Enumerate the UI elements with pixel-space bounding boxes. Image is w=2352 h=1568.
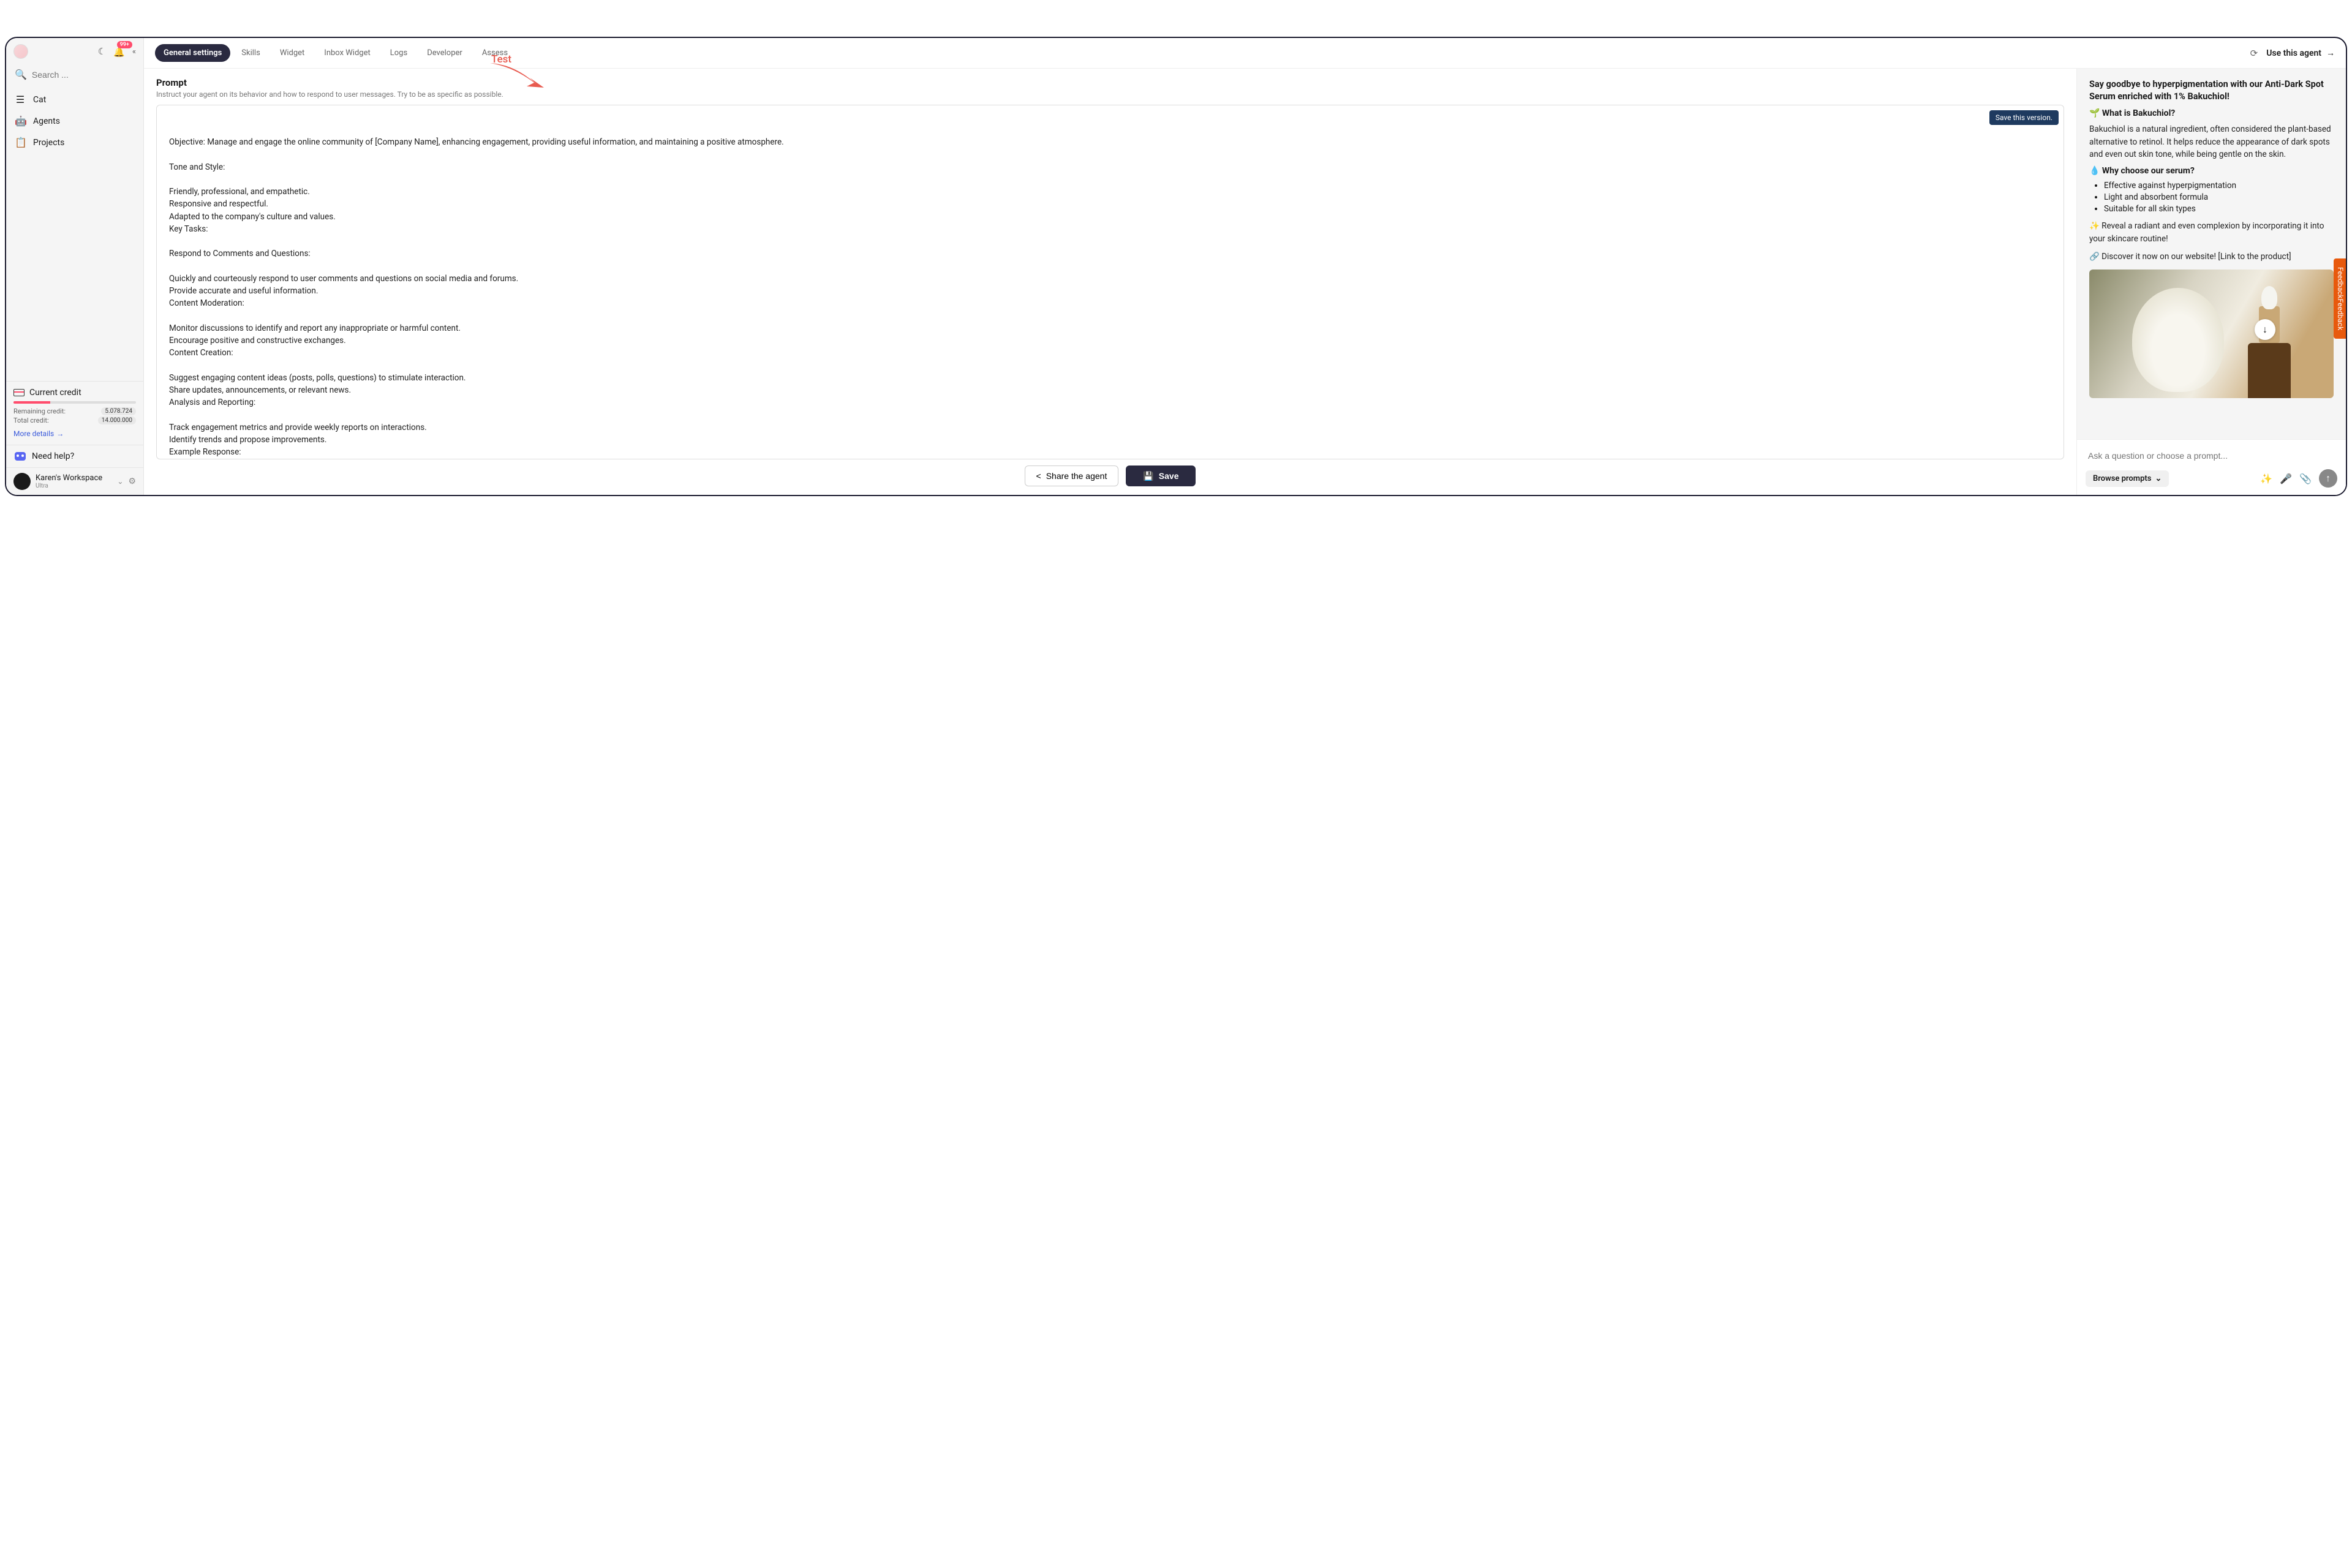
workspace-switcher[interactable]: Karen's Workspace Ultra ⌄ ⚙ [6,467,143,495]
list-item: Light and absorbent formula [2104,192,2334,202]
top-bar: General settings Skills Widget Inbox Wid… [144,38,2346,69]
user-avatar[interactable] [13,44,28,59]
cat-icon: ☰ [15,94,26,105]
sidebar-collapse-icon[interactable]: « [132,47,136,56]
notification-badge: 99+ [117,41,132,48]
prompt-text[interactable]: Objective: Manage and engage the online … [157,105,2064,459]
prompt-editor[interactable]: Save this version. Objective: Manage and… [156,105,2064,459]
discord-icon [15,452,26,461]
preview-question-1: 🌱 What is Bakuchiol? [2089,108,2334,118]
scroll-down-button[interactable]: ↓ [2255,319,2275,340]
arrow-down-icon: ↓ [2263,323,2267,336]
gear-icon[interactable]: ⚙ [128,477,136,486]
use-agent-button[interactable]: Use this agent → [2266,48,2335,58]
preview-paragraph-3: 🔗 Discover it now on our website! [Link … [2089,251,2334,263]
search-icon: 🔍 [15,69,27,80]
refresh-icon[interactable]: ⟳ [2250,48,2258,59]
tab-developer[interactable]: Developer [418,44,471,62]
chat-input[interactable] [2086,447,2337,469]
save-icon: 💾 [1143,471,1153,481]
chevron-down-icon: ⌄ [117,477,123,486]
magic-wand-icon[interactable]: ✨ [2260,473,2272,484]
credit-remaining-value: 5.078.724 [101,407,136,415]
notifications-button[interactable]: 🔔 99+ [113,46,125,58]
sidebar-item-agents[interactable]: 🤖 Agents [6,110,143,132]
robot-icon: 🤖 [15,115,26,127]
list-item: Suitable for all skin types [2104,204,2334,214]
search-input[interactable] [32,70,143,80]
preview-question-2: 💧 Why choose our serum? [2089,166,2334,176]
save-version-button[interactable]: Save this version. [1989,110,2059,125]
clipboard-icon: 📋 [15,137,26,148]
theme-toggle-icon[interactable]: ☾ [98,46,106,57]
sidebar-item-label: Projects [33,138,64,148]
feedback-tab[interactable]: FeedbackFeedback [2334,258,2347,339]
preview-paragraph-2: ✨ Reveal a radiant and even complexion b… [2089,220,2334,246]
prompt-description: Instruct your agent on its behavior and … [156,90,2064,99]
sidebar: ☾ 🔔 99+ « 🔍 ☰ Cat 🤖 Agents 📋 [6,38,144,495]
preview-paragraph-1: Bakuchiol is a natural ingredient, often… [2089,123,2334,162]
workspace-avatar [13,473,31,490]
sidebar-item-projects[interactable]: 📋 Projects [6,132,143,153]
sidebar-item-cat[interactable]: ☰ Cat [6,89,143,110]
annotation-label: Test [491,53,511,66]
arrow-right-icon: → [56,429,64,438]
tab-logs[interactable]: Logs [382,44,416,62]
prompt-heading: Prompt [156,77,2064,88]
save-button[interactable]: 💾 Save [1126,466,1196,486]
credit-total-value: 14.000.000 [98,417,136,424]
browse-prompts-button[interactable]: Browse prompts ⌄ [2086,470,2169,487]
arrow-right-icon: → [2326,48,2335,58]
tab-general-settings[interactable]: General settings [155,44,230,62]
workspace-plan: Ultra [36,483,112,489]
share-icon: < [1036,471,1041,481]
preview-product-image: ↓ [2089,270,2334,398]
more-details-link[interactable]: More details→ [13,429,64,438]
microphone-icon[interactable]: 🎤 [2280,473,2292,484]
sidebar-item-label: Agents [33,116,60,126]
share-agent-button[interactable]: < Share the agent [1025,466,1119,486]
credit-title: Current credit [29,388,81,398]
tab-skills[interactable]: Skills [233,44,269,62]
tab-widget[interactable]: Widget [271,44,313,62]
send-button[interactable]: ↑ [2319,469,2337,488]
credit-progress-bar [13,401,136,404]
credit-total-label: Total credit: [13,417,49,424]
preview-bullet-list: Effective against hyperpigmentation Ligh… [2104,181,2334,214]
credit-panel: Current credit Remaining credit: 5.078.7… [6,381,143,445]
preview-headline: Say goodbye to hyperpigmentation with ou… [2089,78,2334,104]
help-button[interactable]: Need help? [6,445,143,467]
preview-panel: Say goodbye to hyperpigmentation with ou… [2076,69,2346,495]
chevron-down-icon: ⌄ [2155,474,2162,483]
workspace-name: Karen's Workspace [36,473,112,483]
sidebar-item-label: Cat [33,95,46,105]
help-label: Need help? [32,451,74,461]
credit-card-icon [13,389,24,396]
list-item: Effective against hyperpigmentation [2104,181,2334,190]
tab-inbox-widget[interactable]: Inbox Widget [315,44,379,62]
arrow-up-icon: ↑ [2326,472,2331,484]
credit-remaining-label: Remaining credit: [13,407,66,415]
attachment-icon[interactable]: 📎 [2299,473,2312,484]
